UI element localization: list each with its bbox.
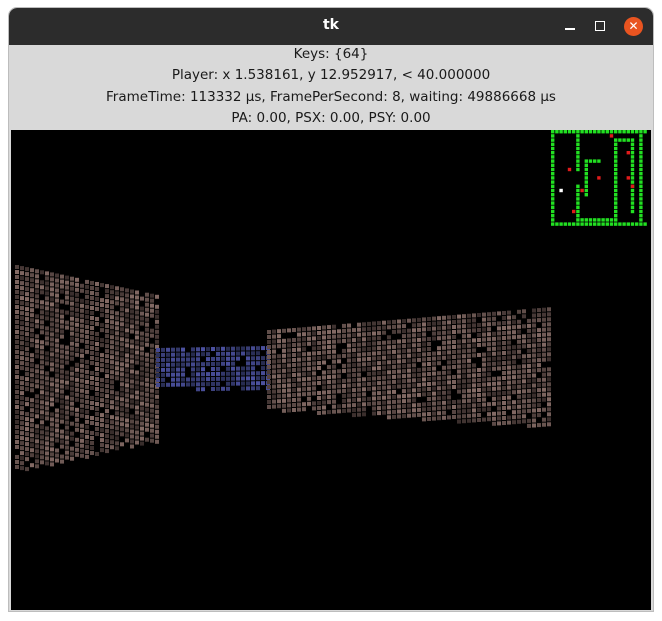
minimap-player (559, 188, 563, 193)
maximize-button[interactable] (590, 16, 610, 36)
hud-panel: Keys: {64} Player: x 1.538161, y 12.9529… (9, 45, 653, 129)
raycast-view (15, 130, 647, 472)
minimap-enemy (567, 167, 572, 172)
app-window: tk ✕ Keys: {64} Player: x 1.538161, y 12… (9, 8, 653, 611)
window-title: tk (322, 17, 339, 33)
keys-label: Keys: {64} (293, 46, 369, 62)
minimap-enemy (626, 176, 630, 180)
minimap-enemy (626, 151, 630, 155)
frame-label: FrameTime: 113332 µs, FramePerSecond: 8,… (106, 89, 556, 105)
title-bar[interactable]: tk ✕ (9, 8, 653, 45)
game-canvas[interactable] (11, 130, 651, 610)
player-label: Player: x 1.538161, y 12.952917, < 40.00… (171, 67, 491, 83)
pa-label: PA: 0.00, PSX: 0.00, PSY: 0.00 (231, 110, 431, 126)
minimap-enemy (572, 209, 576, 214)
minimize-button[interactable] (560, 16, 580, 36)
minimap-enemy (630, 184, 635, 188)
minimap-enemy (580, 188, 584, 193)
minimap-enemy (597, 176, 601, 180)
minimap (551, 130, 647, 226)
close-icon: ✕ (628, 19, 639, 33)
close-button[interactable]: ✕ (624, 17, 643, 36)
minimap-enemy (609, 134, 614, 138)
wall-textures (15, 265, 551, 472)
